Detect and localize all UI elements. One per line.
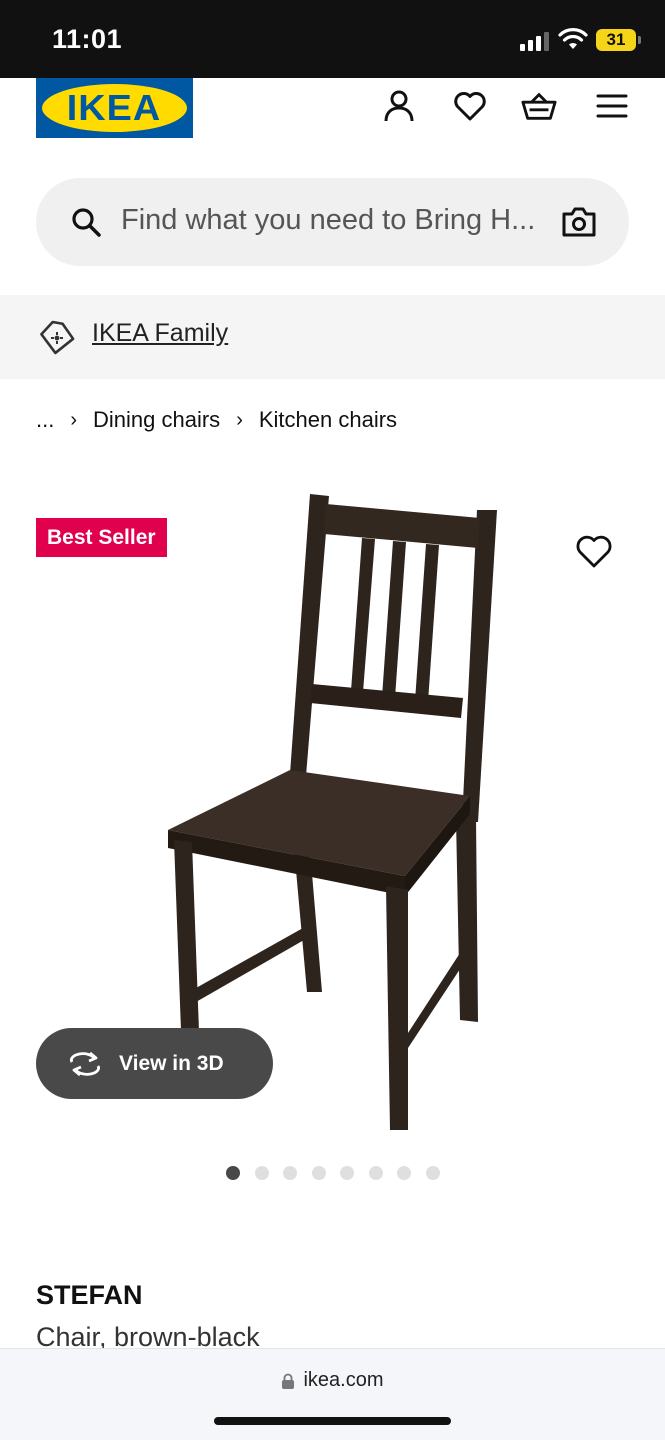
logo-text: IKEA <box>67 87 162 128</box>
chevron-right-icon: › <box>236 408 243 431</box>
pagination-dot[interactable] <box>283 1166 297 1180</box>
best-seller-badge: Best Seller <box>36 518 167 557</box>
pagination-dot[interactable] <box>425 1166 440 1180</box>
chevron-right-icon: › <box>70 408 78 431</box>
rotate-3d-icon <box>70 1051 100 1076</box>
url-display[interactable]: ikea.com <box>0 1369 665 1392</box>
home-indicator[interactable] <box>214 1417 451 1425</box>
menu-icon[interactable] <box>594 88 630 124</box>
wifi-icon <box>558 28 588 49</box>
pagination-dot[interactable] <box>311 1166 326 1180</box>
pagination-dot[interactable] <box>397 1166 411 1180</box>
breadcrumb: ... › Dining chairs › Kitchen chairs <box>36 407 397 433</box>
url-text: ikea.com <box>303 1369 384 1391</box>
search-input[interactable]: Find what you need to Bring H... <box>121 204 535 237</box>
ikea-family-banner: IKEA Family <box>0 295 665 379</box>
logo-oval: IKEA <box>42 84 187 132</box>
account-icon[interactable] <box>381 88 417 124</box>
battery-indicator: 31 <box>596 29 636 51</box>
browser-address-bar[interactable]: ikea.com <box>0 1348 665 1440</box>
status-time: 11:01 <box>52 24 123 54</box>
pagination-dot[interactable] <box>368 1166 383 1180</box>
pagination-dot[interactable] <box>340 1166 354 1180</box>
ikea-family-link[interactable]: IKEA Family <box>92 319 228 348</box>
ikea-logo[interactable]: IKEA <box>36 78 193 138</box>
pagination-dot[interactable] <box>254 1166 269 1180</box>
pagination-dot[interactable] <box>226 1166 240 1180</box>
cellular-signal-icon <box>520 31 549 51</box>
view-in-3d-label: View in 3D <box>119 1051 224 1075</box>
search-icon[interactable] <box>70 206 102 238</box>
favorite-heart-icon[interactable] <box>574 532 614 572</box>
tag-icon <box>40 320 75 355</box>
search-bar[interactable]: Find what you need to Bring H... <box>36 178 629 266</box>
status-bar: 11:01 31 <box>0 0 665 78</box>
breadcrumb-item-dining-chairs[interactable]: Dining chairs <box>93 407 220 433</box>
camera-icon[interactable] <box>561 206 597 238</box>
basket-icon[interactable] <box>521 88 557 124</box>
image-pagination <box>226 1166 440 1180</box>
heart-icon[interactable] <box>452 88 488 124</box>
lock-icon <box>282 1373 295 1389</box>
breadcrumb-item-kitchen-chairs[interactable]: Kitchen chairs <box>259 407 397 433</box>
battery-tip <box>638 36 641 44</box>
product-name: STEFAN <box>36 1280 143 1310</box>
view-in-3d-button[interactable]: View in 3D <box>36 1028 273 1099</box>
breadcrumb-ellipsis[interactable]: ... <box>36 407 54 433</box>
